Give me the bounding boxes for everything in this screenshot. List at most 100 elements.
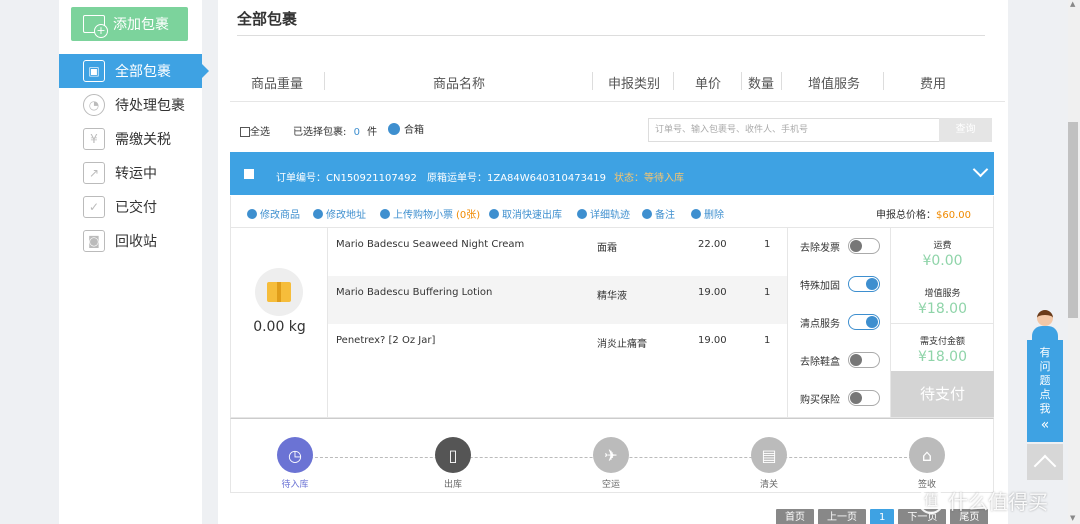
- item-qty: 1: [764, 239, 771, 250]
- order-actions: 修改商品 修改地址 上传购物小票 (0张) 取消快速出库 详细轨迹 备注 删除 申…: [230, 196, 994, 228]
- upload-receipt-button[interactable]: 上传购物小票 (0张): [380, 206, 480, 221]
- door-icon: ▯: [435, 437, 471, 473]
- sidebar-item-in-transit[interactable]: ↗ 转运中: [59, 156, 202, 190]
- sidebar-item-duty[interactable]: ¥ 需缴关税: [59, 122, 202, 156]
- item-category: 精华液: [597, 291, 627, 302]
- watermark-logo-icon: 值: [918, 487, 944, 514]
- shipping-fee: 运费 ¥0.00: [891, 238, 994, 269]
- cancel-express-button[interactable]: 取消快速出库: [489, 206, 562, 221]
- step-label: 空运: [601, 480, 620, 490]
- select-all-checkbox[interactable]: [240, 127, 250, 137]
- item-row: Mario Badescu Seaweed Night Cream 面霜 22.…: [328, 228, 787, 276]
- delete-button[interactable]: 删除: [691, 206, 724, 221]
- edit-icon: [247, 208, 257, 219]
- gift-icon: ⌂: [909, 437, 945, 473]
- service-toggle[interactable]: [848, 314, 880, 330]
- fee-label: 增值服务: [924, 289, 961, 299]
- prev-page-button[interactable]: 上一页: [818, 509, 866, 524]
- selected-unit: 件: [367, 127, 378, 138]
- add-package-button[interactable]: 添加包裹: [71, 7, 188, 41]
- scroll-up-arrow-icon[interactable]: ▲: [1070, 0, 1075, 8]
- order-checkbox[interactable]: [244, 169, 254, 179]
- main-panel: 全部包裹 商品重量 商品名称 申报类别 单价 数量 增值服务 费用 全选 已选择…: [218, 0, 1008, 524]
- order-status: 状态：等待入库: [614, 173, 684, 184]
- item-price: 19.00: [698, 335, 727, 346]
- vas-fee: 增值服务 ¥18.00: [891, 286, 994, 317]
- chevron-down-icon[interactable]: [972, 161, 989, 178]
- step-air-freight: ✈ 空运: [581, 437, 641, 490]
- back-to-top-button[interactable]: [1027, 444, 1063, 480]
- merge-icon: [388, 122, 400, 135]
- item-category: 消炎止痛膏: [597, 339, 647, 350]
- scrollbar[interactable]: ▲ ▼: [1068, 0, 1080, 524]
- info-icon: [642, 208, 652, 219]
- step-label: 出库: [443, 480, 462, 490]
- step-awaiting-warehouse: ◷ 待入库: [265, 437, 325, 490]
- select-all[interactable]: 全选: [240, 123, 270, 138]
- selected-label: 已选择包裹:: [293, 127, 347, 138]
- col-weight: 商品重量: [251, 77, 304, 92]
- order-header[interactable]: 订单编号：CN150921107492 原箱运单号：1ZA84W64031047…: [230, 152, 994, 195]
- column-headers: 商品重量 商品名称 申报类别 单价 数量 增值服务 费用: [230, 62, 1005, 102]
- service-remove-shoebox: 去除鞋盒: [800, 352, 880, 368]
- declared-total: 申报总价格：$60.00: [876, 206, 971, 221]
- sidebar-item-pending[interactable]: ◔ 待处理包裹: [59, 88, 202, 122]
- declared-value: $60.00: [936, 210, 971, 221]
- delete-icon: [691, 208, 701, 219]
- search-input[interactable]: 订单号、输入包裹号、收件人、手机号: [648, 118, 940, 142]
- service-label: 清点服务: [800, 318, 840, 330]
- search-button[interactable]: 查询: [939, 118, 992, 142]
- step-label: 清关: [759, 480, 778, 490]
- note-button[interactable]: 备注: [642, 206, 675, 221]
- package-card: 0.00 kg Mario Badescu Seaweed Night Crea…: [230, 228, 994, 418]
- sidebar-item-recycle-bin[interactable]: ◙ 回收站: [59, 224, 202, 258]
- track-button[interactable]: 详细轨迹: [577, 206, 630, 221]
- sidebar-item-label: 已交付: [115, 200, 157, 216]
- package-icon: ▣: [83, 60, 105, 82]
- col-fee: 费用: [920, 77, 947, 92]
- edit-items-button[interactable]: 修改商品: [247, 206, 300, 221]
- scroll-thumb[interactable]: [1068, 122, 1078, 318]
- camera-icon: ◙: [83, 230, 105, 252]
- fee-value: ¥18.00: [918, 349, 967, 365]
- service-toggle[interactable]: [848, 352, 880, 368]
- action-label: 详细轨迹: [590, 210, 630, 221]
- divider: [883, 72, 884, 90]
- step-signed: ⌂ 签收: [897, 437, 957, 490]
- services-column: 去除发票 特殊加固 清点服务 去除鞋盒 购买保险: [787, 228, 891, 417]
- add-package-icon: [83, 15, 108, 38]
- service-toggle[interactable]: [848, 390, 880, 406]
- declared-label: 申报总价格：: [876, 210, 936, 221]
- fee-value: ¥18.00: [918, 301, 967, 317]
- action-label: 备注: [655, 210, 675, 221]
- service-toggle[interactable]: [848, 238, 880, 254]
- order-number: 订单编号：CN150921107492: [276, 173, 417, 184]
- pay-button[interactable]: 待支付: [891, 371, 994, 417]
- service-label: 购买保险: [800, 394, 840, 406]
- document-icon: ▤: [751, 437, 787, 473]
- sidebar-item-delivered[interactable]: ✓ 已交付: [59, 190, 202, 224]
- service-insurance: 购买保险: [800, 390, 880, 406]
- help-button[interactable]: 有问题点我 «: [1027, 340, 1063, 442]
- action-label: 修改地址: [326, 210, 366, 221]
- item-category: 面霜: [597, 243, 617, 254]
- status-progress: ◷ 待入库 ▯ 出库 ✈ 空运 ▤ 清关 ⌂ 签收: [230, 418, 994, 493]
- divider: [673, 72, 674, 90]
- edit-address-button[interactable]: 修改地址: [313, 206, 366, 221]
- divider: [324, 72, 325, 90]
- cancel-icon: [489, 208, 499, 219]
- merge-button[interactable]: 合箱: [388, 121, 424, 136]
- support-agent-icon: [1028, 308, 1062, 340]
- merge-label: 合箱: [404, 125, 424, 136]
- item-name: Mario Badescu Buffering Lotion: [336, 287, 493, 298]
- col-price: 单价: [695, 77, 722, 92]
- sidebar-item-label: 转运中: [115, 166, 157, 182]
- action-label: 取消快速出库: [502, 210, 562, 221]
- first-page-button[interactable]: 首页: [776, 509, 814, 524]
- tracking-number: 原箱运单号：1ZA84W640310473419: [427, 173, 607, 184]
- scroll-down-arrow-icon[interactable]: ▼: [1070, 514, 1075, 522]
- sidebar-item-all-packages[interactable]: ▣ 全部包裹: [59, 54, 209, 88]
- page-button-current[interactable]: 1: [870, 509, 895, 524]
- service-toggle[interactable]: [848, 276, 880, 292]
- help-widget: 有问题点我 «: [1027, 308, 1063, 480]
